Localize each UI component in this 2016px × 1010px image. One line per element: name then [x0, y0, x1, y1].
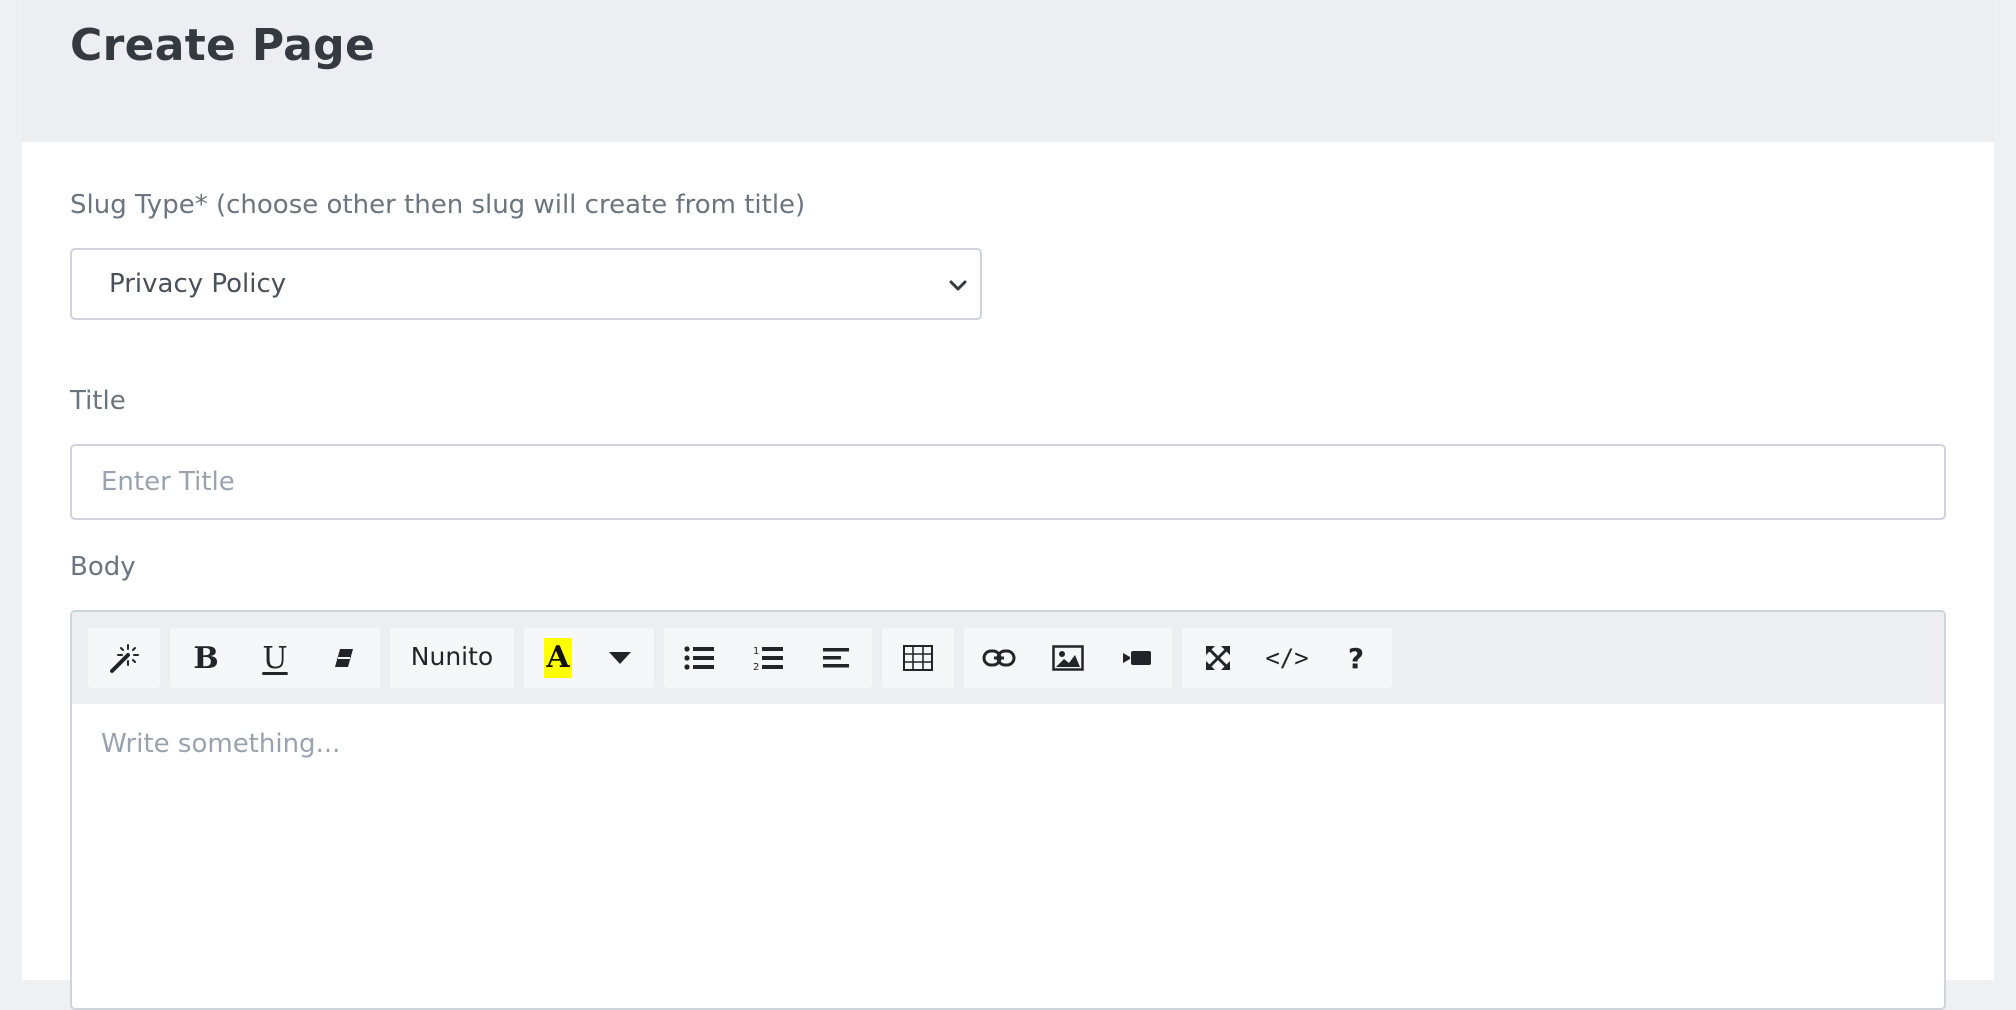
- editor-placeholder: Write something...: [101, 729, 341, 759]
- toolbar-group-table: [882, 628, 954, 688]
- bullet-list-icon: [684, 646, 714, 670]
- fullscreen-icon: [1205, 645, 1231, 671]
- chevron-down-icon: [949, 280, 967, 291]
- align-button[interactable]: [803, 628, 871, 688]
- underline-icon: U: [262, 640, 288, 676]
- toolbar-group-font-style: B U: [170, 628, 380, 688]
- picture-icon: [1052, 645, 1084, 671]
- editor-content-area[interactable]: Write something...: [72, 704, 1944, 1008]
- bullet-list-button[interactable]: [665, 628, 733, 688]
- code-view-button[interactable]: </>: [1253, 628, 1321, 688]
- svg-text:1: 1: [753, 646, 759, 657]
- svg-text:2: 2: [753, 662, 759, 672]
- toolbar-group-style: [88, 628, 160, 688]
- table-icon: [903, 645, 933, 671]
- card-header: Create Page: [22, 0, 1994, 142]
- font-family-select[interactable]: Nunito: [390, 628, 514, 688]
- create-page-card: Create Page Slug Type* (choose other the…: [22, 0, 1994, 1010]
- toolbar-group-insert: [964, 628, 1172, 688]
- style-button[interactable]: [90, 628, 158, 688]
- toolbar-group-paragraph: 1 2: [664, 628, 872, 688]
- bold-icon: B: [193, 640, 219, 676]
- help-button[interactable]: ?: [1322, 628, 1390, 688]
- video-icon: [1123, 651, 1151, 665]
- table-button[interactable]: [884, 628, 952, 688]
- title-input[interactable]: [70, 444, 1946, 520]
- font-family-label: Nunito: [410, 641, 494, 671]
- code-view-icon: </>: [1265, 644, 1309, 672]
- numbered-list-icon: 1 2: [753, 646, 783, 672]
- fullscreen-button[interactable]: [1184, 628, 1252, 688]
- toolbar-group-color: A: [524, 628, 654, 688]
- link-button[interactable]: [965, 628, 1033, 688]
- underline-button[interactable]: U: [241, 628, 309, 688]
- toolbar-group-view: </> ?: [1182, 628, 1392, 688]
- slug-type-selected-value: Privacy Policy: [109, 269, 287, 299]
- slug-type-label: Slug Type* (choose other then slug will …: [70, 190, 806, 220]
- magic-wand-icon: [110, 644, 139, 673]
- toolbar-group-font-name: Nunito: [390, 628, 514, 688]
- body-label: Body: [70, 552, 136, 582]
- caret-down-icon: [609, 652, 631, 664]
- video-button[interactable]: [1103, 628, 1171, 688]
- color-dropdown-button[interactable]: [586, 628, 654, 688]
- help-icon: ?: [1347, 641, 1365, 675]
- bold-button[interactable]: B: [172, 628, 240, 688]
- slug-type-select[interactable]: Privacy Policy: [70, 248, 982, 320]
- link-icon: [982, 649, 1016, 667]
- page-title: Create Page: [70, 20, 376, 71]
- highlight-color-icon: A: [544, 638, 572, 678]
- clear-format-button[interactable]: [310, 628, 378, 688]
- eraser-icon: [335, 649, 353, 667]
- align-left-icon: [823, 648, 849, 668]
- numbered-list-button[interactable]: 1 2: [734, 628, 802, 688]
- rich-text-editor: B U Nunito A 1 2 </> ? Write something..…: [70, 610, 1946, 1010]
- picture-button[interactable]: [1034, 628, 1102, 688]
- highlight-color-button[interactable]: A: [524, 628, 592, 688]
- editor-toolbar: B U Nunito A 1 2 </> ?: [72, 612, 1944, 704]
- title-label: Title: [70, 386, 126, 416]
